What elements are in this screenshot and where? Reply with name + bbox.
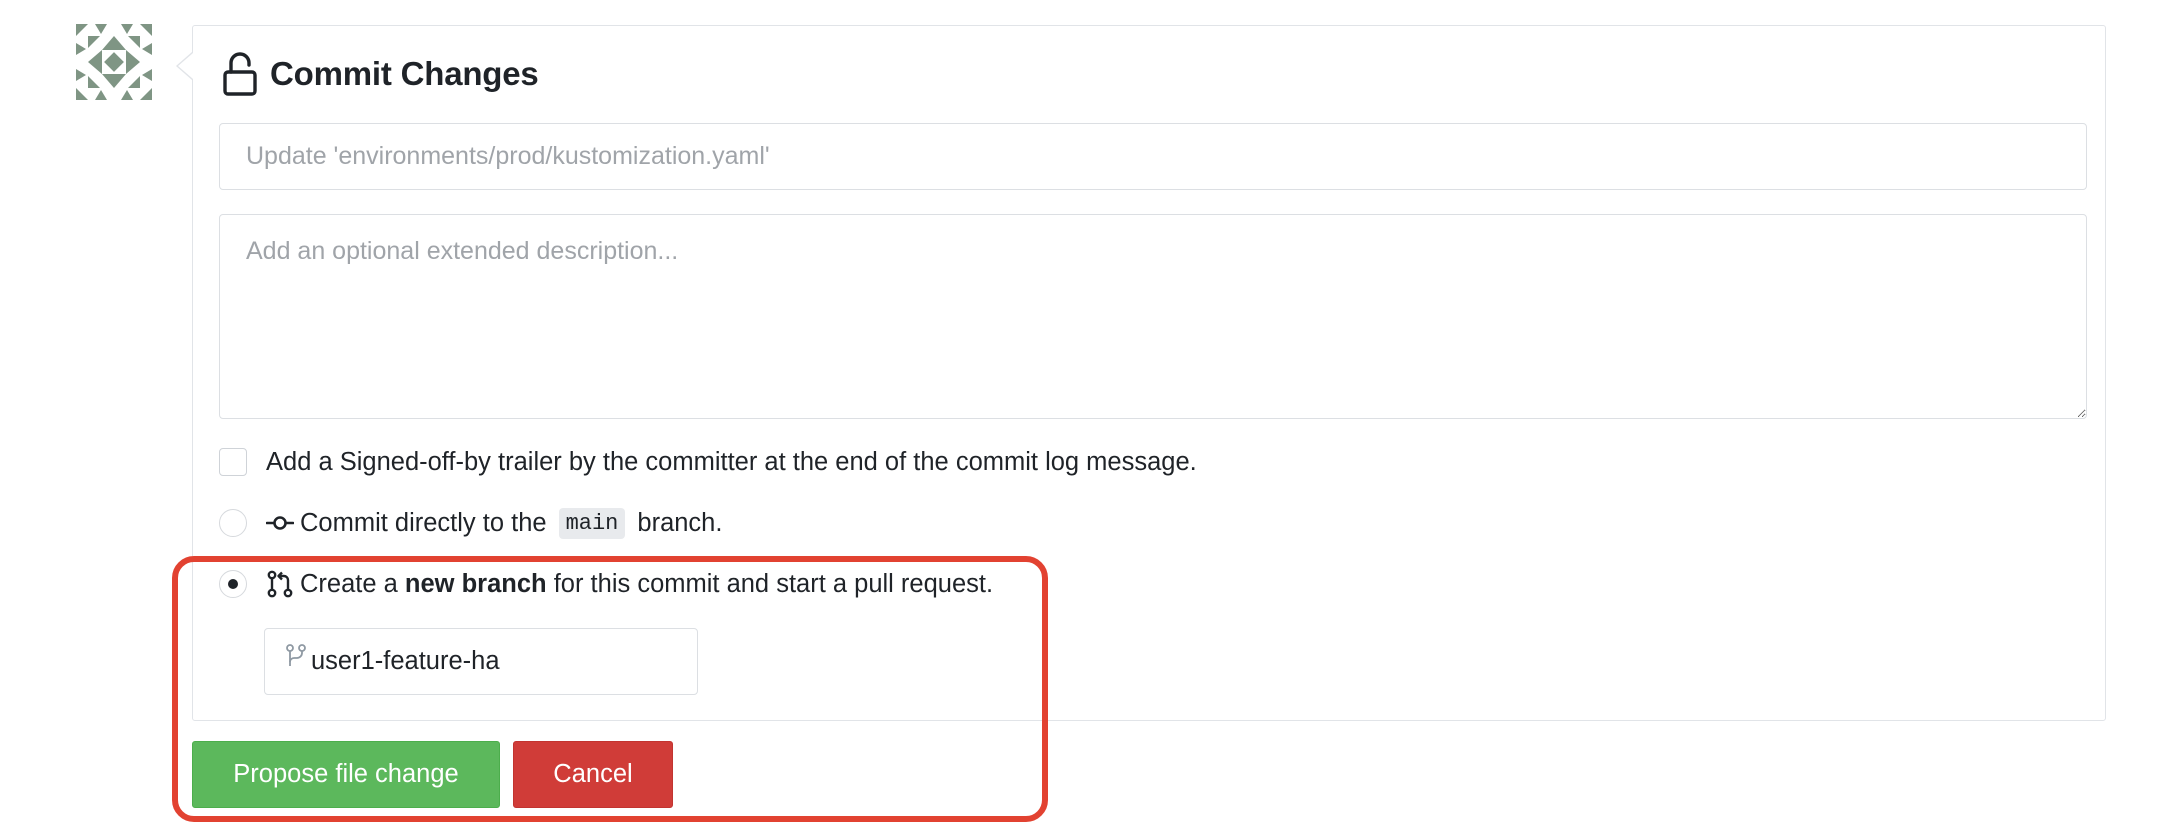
commit-direct-prefix: Commit directly to the: [300, 508, 547, 537]
new-branch-option[interactable]: Create a new branch for this commit and …: [219, 567, 993, 601]
signoff-label: Add a Signed-off-by trailer by the commi…: [266, 447, 1197, 476]
commit-direct-option[interactable]: Commit directly to the main branch.: [219, 506, 722, 540]
propose-file-change-button[interactable]: Propose file change: [192, 741, 500, 808]
new-branch-name-field[interactable]: [264, 628, 698, 695]
new-branch-radio[interactable]: [219, 570, 247, 598]
new-branch-name-input[interactable]: [311, 647, 691, 676]
branch-name-badge: main: [558, 507, 626, 539]
unlock-icon: [223, 52, 257, 96]
panel-title: Commit Changes: [270, 55, 539, 92]
new-branch-prefix: Create a: [300, 569, 398, 598]
panel-caret-fill: [178, 53, 193, 79]
commit-direct-radio[interactable]: [219, 509, 247, 537]
new-branch-emphasis: new branch: [404, 569, 547, 598]
git-branch-icon: [286, 643, 306, 666]
commit-header: Commit Changes: [222, 50, 539, 98]
git-commit-icon: [266, 516, 294, 530]
git-pull-request-icon: [267, 570, 293, 598]
cancel-button[interactable]: Cancel: [513, 741, 673, 808]
user-avatar: [76, 24, 152, 100]
commit-direct-suffix: branch.: [637, 508, 723, 537]
new-branch-suffix: for this commit and start a pull request…: [553, 569, 994, 598]
signoff-checkbox[interactable]: [219, 448, 247, 476]
commit-description-textarea[interactable]: [219, 214, 2087, 419]
commit-summary-input[interactable]: [219, 123, 2087, 190]
signoff-row[interactable]: Add a Signed-off-by trailer by the commi…: [219, 445, 1197, 479]
